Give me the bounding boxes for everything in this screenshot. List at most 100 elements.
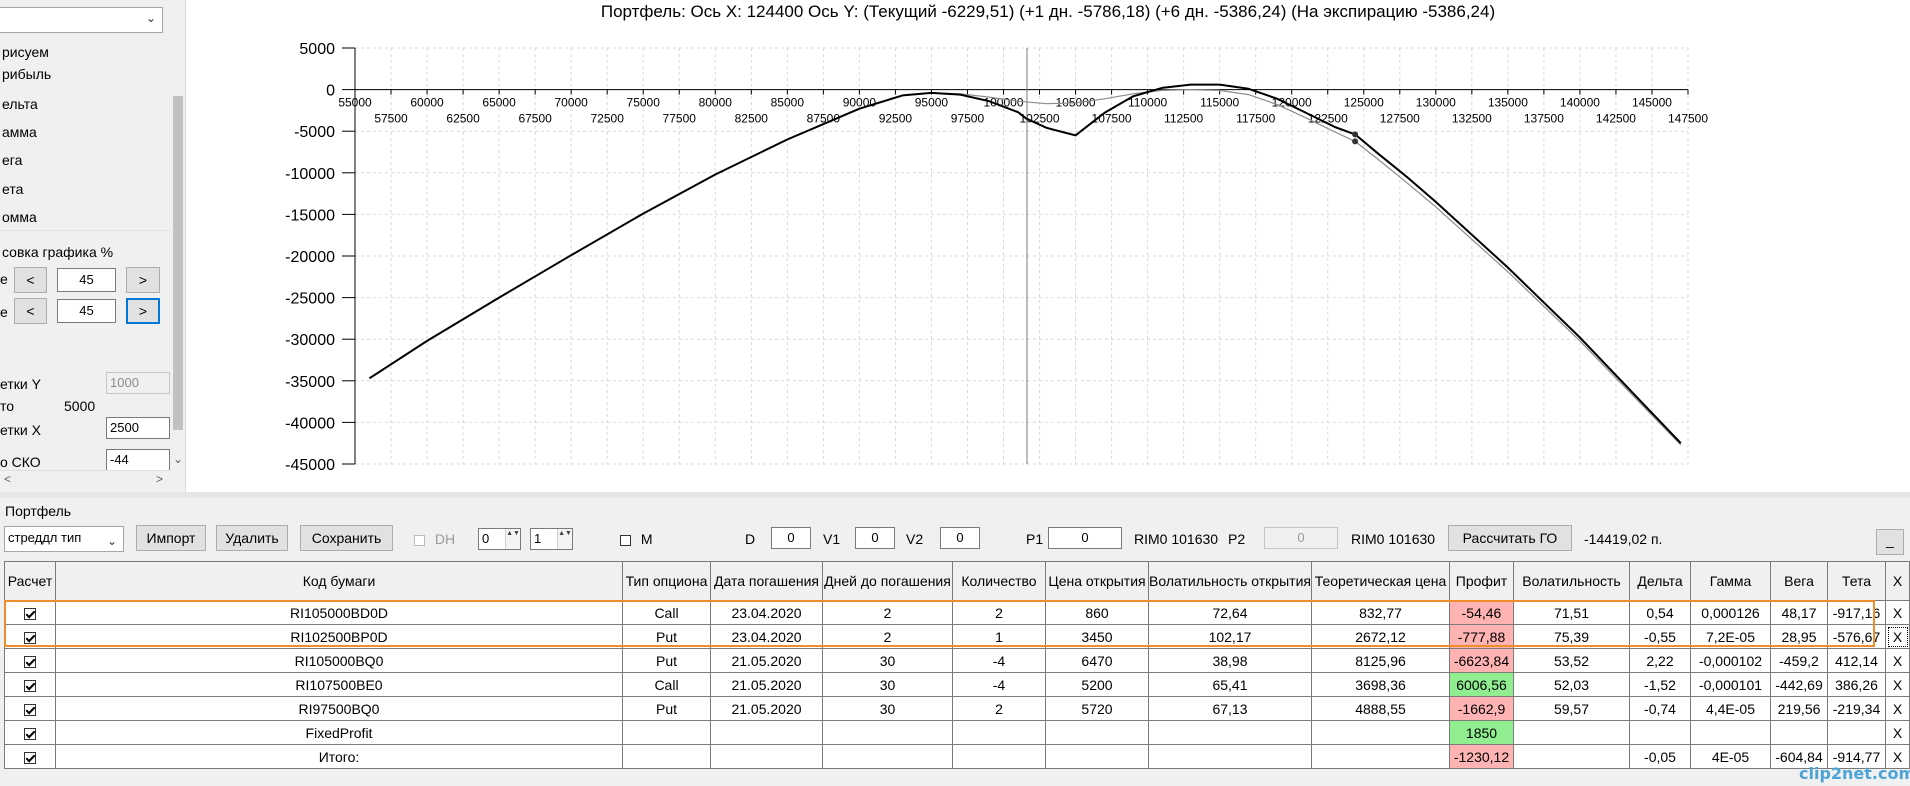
grid-y-input[interactable]: 1000 (106, 372, 170, 394)
cell-profit[interactable]: 6006,56 (1449, 672, 1514, 697)
cell-vega[interactable] (1770, 720, 1828, 745)
m-checkbox-box[interactable] (620, 534, 631, 546)
cell-gamma[interactable]: 0,000126 (1690, 600, 1771, 625)
cell-code[interactable]: RI107500BE0 (55, 672, 623, 697)
v2-input[interactable]: 0 (940, 527, 980, 549)
calc-checkbox[interactable] (24, 751, 36, 764)
calc-checkbox[interactable] (24, 703, 36, 716)
cell-vega[interactable]: 48,17 (1770, 600, 1828, 625)
column-header-open-price[interactable]: Цена открытия (1045, 561, 1149, 601)
cell-delta[interactable]: -1,52 (1629, 672, 1691, 697)
cell-theo[interactable]: 8125,96 (1311, 648, 1450, 673)
cell-delta[interactable] (1629, 720, 1691, 745)
cell-gamma[interactable] (1690, 720, 1771, 745)
chevron-down-icon[interactable]: ⌄ (173, 452, 183, 466)
cell-code[interactable]: RI102500BP0D (55, 624, 623, 649)
cell-days[interactable]: 30 (822, 696, 953, 721)
m-checkbox[interactable]: M (620, 531, 653, 547)
cell-code[interactable]: RI97500BQ0 (55, 696, 623, 721)
sko-input[interactable]: -44 (106, 449, 170, 471)
cell-profit[interactable]: -1662,9 (1449, 696, 1514, 721)
cell-days[interactable]: 2 (822, 624, 953, 649)
cell-days[interactable] (822, 720, 953, 745)
calc-checkbox-cell[interactable] (4, 720, 56, 745)
calc-checkbox[interactable] (24, 655, 36, 668)
cell-vol[interactable]: 71,51 (1513, 600, 1630, 625)
cell-delta[interactable]: 0,54 (1629, 600, 1691, 625)
calc-checkbox-cell[interactable] (4, 624, 56, 649)
column-header-theo-price[interactable]: Теоретическая цена (1311, 561, 1450, 601)
table-row[interactable]: RI102500BP0D Put 23.04.2020 2 1 3450 102,17 267… (4, 624, 1910, 649)
cell-vega[interactable]: -459,2 (1770, 648, 1828, 673)
cell-vol-open[interactable]: 65,41 (1148, 672, 1312, 697)
spin-arrows-icon[interactable]: ▲▼ (557, 529, 572, 549)
curve-select[interactable]: ⌄ (0, 7, 163, 33)
spin-input-1[interactable]: 0 ▲▼ (478, 528, 521, 550)
cell-date[interactable]: 21.05.2020 (710, 648, 823, 673)
table-row[interactable]: FixedProfit 1850 X (4, 720, 1910, 745)
calc-checkbox[interactable] (24, 607, 36, 620)
dh-checkbox-box[interactable] (414, 534, 425, 546)
cell-type[interactable]: Put (622, 648, 711, 673)
cell-date[interactable]: 23.04.2020 (710, 624, 823, 649)
table-row[interactable]: RI107500BE0 Call 21.05.2020 30 -4 5200 65,41 36… (4, 672, 1910, 697)
calc-checkbox[interactable] (24, 727, 36, 740)
cell-gamma[interactable]: -0,000101 (1690, 672, 1771, 697)
d-input[interactable]: 0 (771, 527, 811, 549)
calc-checkbox-cell[interactable] (4, 600, 56, 625)
cell-vol-open[interactable] (1148, 744, 1312, 769)
calc-checkbox-cell[interactable] (4, 672, 56, 697)
cell-delta[interactable]: -0,74 (1629, 696, 1691, 721)
calc-checkbox[interactable] (24, 679, 36, 692)
chart-plot[interactable]: 5000 0 -5000 -10000 -15000 -20000 -25000 -30000… (186, 0, 1910, 492)
cell-theo[interactable]: 2672,12 (1311, 624, 1450, 649)
cell-qty[interactable]: -4 (952, 672, 1046, 697)
cell-code[interactable]: Итого: (55, 744, 623, 769)
cell-vol-open[interactable] (1148, 720, 1312, 745)
cell-type[interactable]: Put (622, 624, 711, 649)
cell-date[interactable]: 23.04.2020 (710, 600, 823, 625)
cell-open[interactable]: 3450 (1045, 624, 1149, 649)
scale-row2-increase-button[interactable]: > (126, 298, 160, 324)
cell-vol[interactable]: 59,57 (1513, 696, 1630, 721)
delete-row-button[interactable]: X (1885, 672, 1910, 697)
spin-input-2[interactable]: 1 ▲▼ (530, 528, 573, 550)
cell-vol-open[interactable]: 72,64 (1148, 600, 1312, 625)
strategy-select[interactable]: стреддл тип ⌄ (4, 526, 124, 552)
cell-qty[interactable]: -4 (952, 648, 1046, 673)
cell-theo[interactable]: 3698,36 (1311, 672, 1450, 697)
option-vega[interactable]: ега (2, 152, 22, 168)
cell-code[interactable]: FixedProfit (55, 720, 623, 745)
cell-code[interactable]: RI105000BQ0 (55, 648, 623, 673)
cell-type[interactable]: Call (622, 672, 711, 697)
cell-date[interactable]: 21.05.2020 (710, 696, 823, 721)
scale-row1-input[interactable]: 45 (57, 268, 116, 292)
option-delta[interactable]: ельта (2, 96, 38, 112)
p2-input[interactable]: 0 (1264, 527, 1338, 549)
scale-row1-decrease-button[interactable]: < (14, 267, 47, 293)
cell-qty[interactable] (952, 720, 1046, 745)
option-gamma[interactable]: амма (2, 124, 37, 140)
cell-type[interactable]: Call (622, 600, 711, 625)
cell-profit[interactable]: -54,46 (1449, 600, 1514, 625)
cell-date[interactable] (710, 720, 823, 745)
cell-theta[interactable] (1827, 720, 1886, 745)
column-header-vega[interactable]: Вега (1770, 561, 1828, 601)
cell-type[interactable] (622, 744, 711, 769)
cell-vol[interactable]: 52,03 (1513, 672, 1630, 697)
scale-row2-input[interactable]: 45 (57, 299, 116, 323)
delete-button[interactable]: Удалить (216, 525, 288, 551)
table-row[interactable]: Итого: -1230,12 -0,05 4E-05 -604,84 -914,77 X (4, 744, 1910, 769)
table-row[interactable]: RI105000BD0D Call 23.04.2020 2 2 860 72,64 832,… (4, 600, 1910, 625)
cell-qty[interactable]: 2 (952, 600, 1046, 625)
table-row[interactable]: RI97500BQ0 Put 21.05.2020 30 2 5720 67,13 4888,… (4, 696, 1910, 721)
cell-gamma[interactable]: -0,000102 (1690, 648, 1771, 673)
cell-theta[interactable]: -917,16 (1827, 600, 1886, 625)
cell-vega[interactable]: 28,95 (1770, 624, 1828, 649)
cell-type[interactable]: Put (622, 696, 711, 721)
table-row[interactable]: RI105000BQ0 Put 21.05.2020 30 -4 6470 38,98 812… (4, 648, 1910, 673)
calculate-go-button[interactable]: Рассчитать ГО (1448, 525, 1572, 551)
column-header-profit[interactable]: Профит (1449, 561, 1514, 601)
cell-theo[interactable]: 832,77 (1311, 600, 1450, 625)
column-header-qty[interactable]: Количество (952, 561, 1046, 601)
